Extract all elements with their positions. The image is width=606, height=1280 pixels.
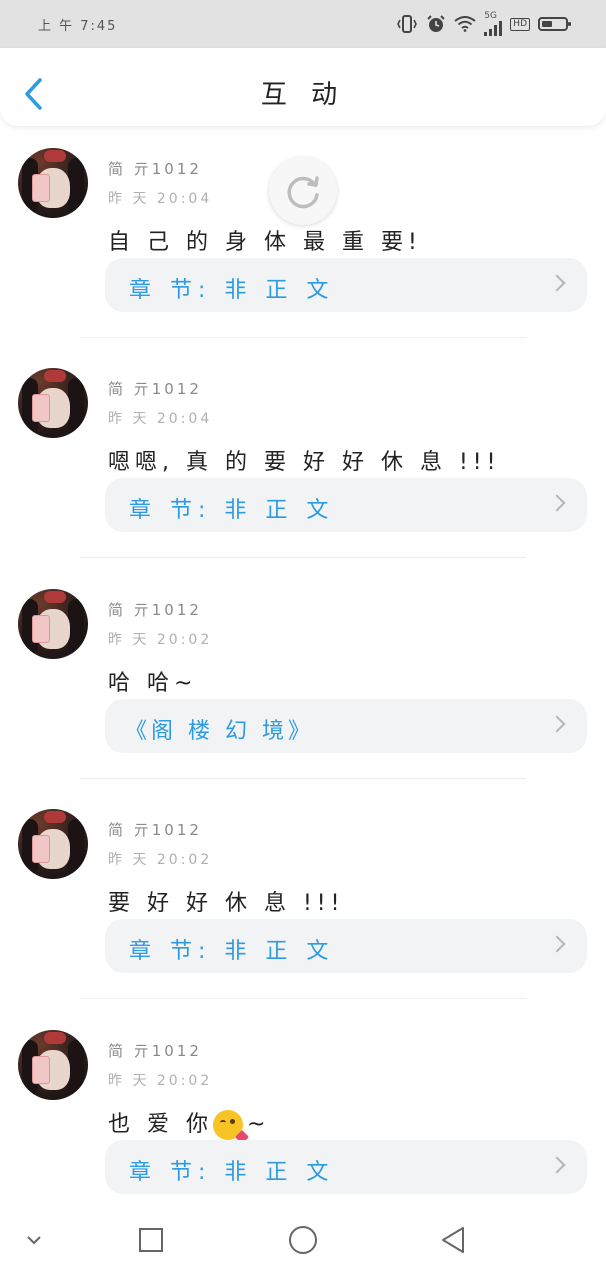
comment-time: 昨 天 20:02: [108, 1073, 213, 1089]
comment-item: 简 亓1012 昨 天 20:02 哈 哈~ 《阁 楼 幻 境》: [0, 569, 606, 779]
comment-text: 也 爱 你: [108, 1112, 213, 1137]
avatar[interactable]: [18, 589, 88, 659]
status-time: 上 午 7:45: [38, 18, 118, 34]
network-label: 5G: [484, 11, 497, 21]
recents-button[interactable]: [131, 1220, 171, 1260]
comment-text: 哈 哈~: [108, 671, 198, 696]
kissing-heart-emoji: [213, 1110, 250, 1145]
avatar[interactable]: [18, 1030, 88, 1100]
vibrate-icon: [396, 14, 418, 34]
wifi-icon: [454, 14, 476, 34]
alarm-icon: [426, 14, 446, 34]
comment-time: 昨 天 20:02: [108, 632, 213, 648]
comment-username[interactable]: 简 亓1012: [108, 1040, 202, 1061]
comment-time: 昨 天 20:04: [108, 191, 213, 207]
comment-item: 简 亓1012 昨 天 20:02 要 好 好 休 息 !!! 章 节: 非 正…: [0, 789, 606, 999]
header-bar: 互 动: [0, 48, 606, 126]
comment-username[interactable]: 简 亓1012: [108, 599, 202, 620]
avatar[interactable]: [18, 368, 88, 438]
chevron-right-icon: [548, 935, 566, 953]
divider: [80, 998, 526, 999]
comment-text: 自 己 的 身 体 最 重 要!: [108, 230, 422, 255]
chevron-right-icon: [548, 274, 566, 292]
chevron-right-icon: [548, 494, 566, 512]
source-label: 章 节: 非 正 文: [129, 278, 335, 303]
comment-source-link[interactable]: 《阁 楼 幻 境》: [105, 699, 587, 753]
source-label: 章 节: 非 正 文: [129, 939, 335, 964]
collapse-button[interactable]: [14, 1220, 54, 1260]
avatar[interactable]: [18, 148, 88, 218]
status-icons: 5G HD: [396, 11, 571, 36]
back-triangle-icon: [442, 1227, 464, 1253]
system-nav-bar: [0, 1198, 606, 1280]
comment-source-link[interactable]: 章 节: 非 正 文: [105, 258, 587, 312]
comment-text: 嗯嗯, 真 的 要 好 好 休 息 !!!: [108, 450, 501, 475]
divider: [80, 337, 526, 338]
refresh-icon: [287, 176, 319, 209]
back-nav-button[interactable]: [433, 1220, 473, 1260]
chevron-right-icon: [548, 1156, 566, 1174]
comment-text-row: 也 爱 你 ~: [108, 1106, 271, 1145]
comment-item: 简 亓1012 昨 天 20:04 嗯嗯, 真 的 要 好 好 休 息 !!! …: [0, 348, 606, 558]
recents-square-icon: [139, 1228, 163, 1252]
comment-source-link[interactable]: 章 节: 非 正 文: [105, 1140, 587, 1194]
home-circle-icon: [289, 1226, 317, 1254]
hd-icon: HD: [510, 17, 530, 31]
comment-username[interactable]: 简 亓1012: [108, 378, 202, 399]
collapse-chevron-icon: [27, 1236, 41, 1245]
refresh-button[interactable]: [269, 157, 337, 225]
comment-item: 简 亓1012 昨 天 20:02 也 爱 你 ~ 章 节: 非 正 文: [0, 1010, 606, 1198]
comment-text: 要 好 好 休 息 !!!: [108, 891, 345, 916]
page-title: 互 动: [260, 80, 346, 110]
divider: [80, 778, 526, 779]
battery-icon: [538, 17, 571, 31]
divider: [80, 557, 526, 558]
avatar[interactable]: [18, 809, 88, 879]
comment-username[interactable]: 简 亓1012: [108, 158, 202, 179]
comment-username[interactable]: 简 亓1012: [108, 819, 202, 840]
chevron-right-icon: [548, 715, 566, 733]
comment-text-suffix: ~: [247, 1112, 271, 1137]
signal-icon: 5G: [484, 11, 503, 36]
source-label: 《阁 楼 幻 境》: [125, 719, 314, 744]
source-label: 章 节: 非 正 文: [129, 498, 335, 523]
comment-time: 昨 天 20:04: [108, 411, 213, 427]
comment-source-link[interactable]: 章 节: 非 正 文: [105, 478, 587, 532]
comment-time: 昨 天 20:02: [108, 852, 213, 868]
source-label: 章 节: 非 正 文: [129, 1160, 335, 1185]
comment-source-link[interactable]: 章 节: 非 正 文: [105, 919, 587, 973]
status-bar: 上 午 7:45 5G HD: [0, 0, 606, 48]
home-button[interactable]: [283, 1220, 323, 1260]
